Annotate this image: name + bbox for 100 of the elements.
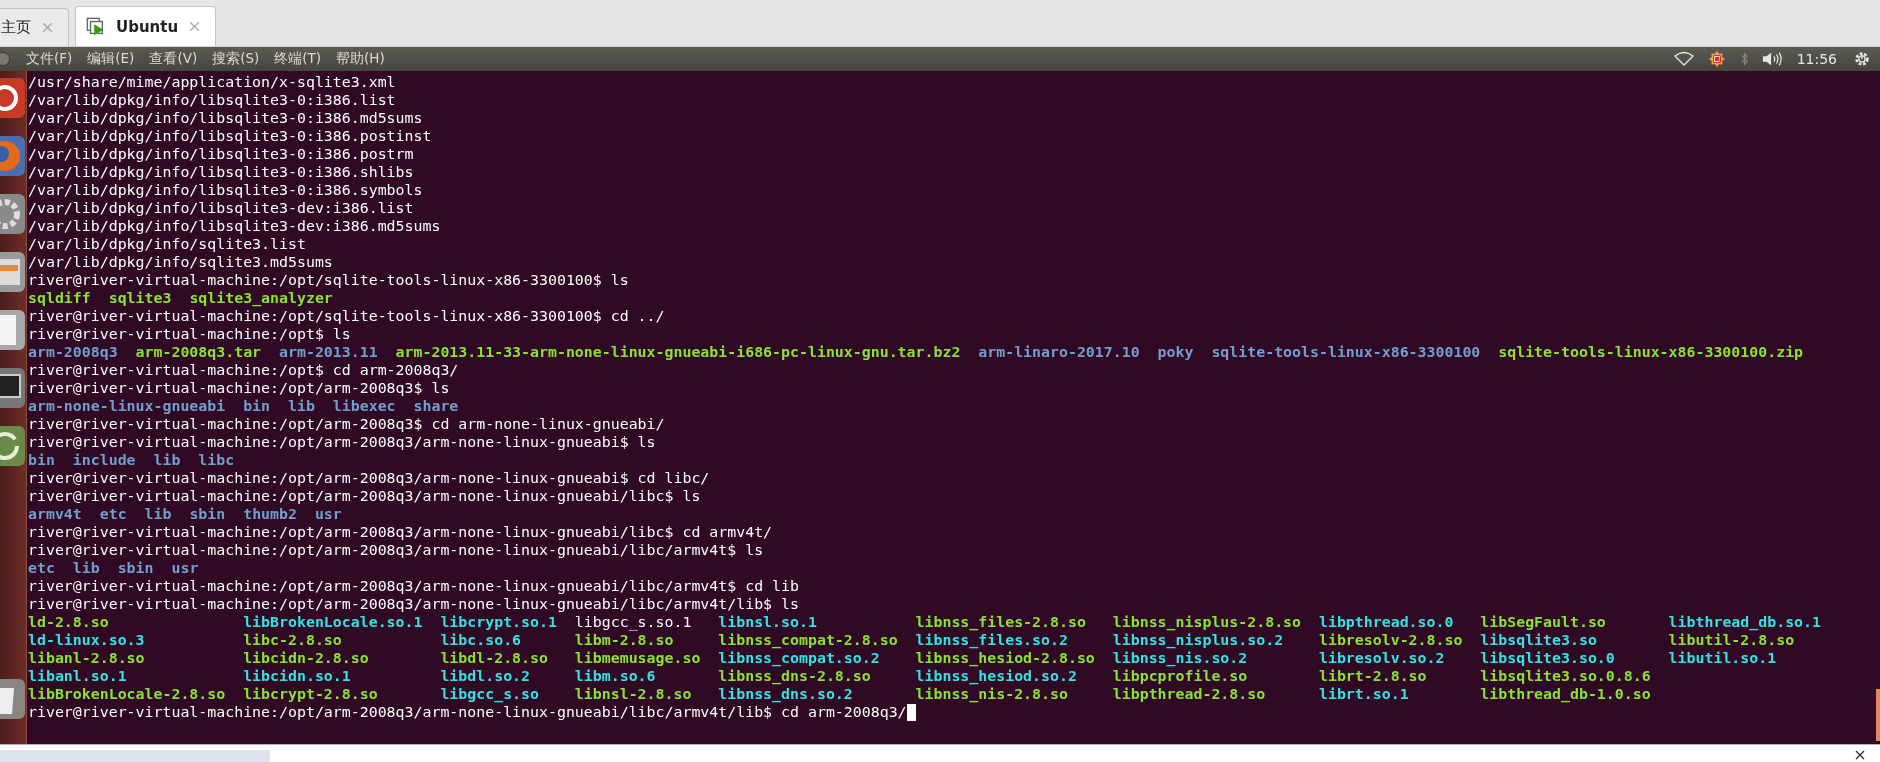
file-name: libcidn-2.8.so xyxy=(243,649,370,667)
terminal-line: /var/lib/dpkg/info/libsqlite3-0:i386.symbols xyxy=(28,181,423,199)
terminal-line: /usr/share/mime/application/x-sqlite3.xml xyxy=(28,73,396,91)
file-name: libutil-2.8.so xyxy=(1668,631,1796,649)
terminal-line: /var/lib/dpkg/info/sqlite3.list xyxy=(28,235,306,253)
file-name: libsqlite3.so.0 xyxy=(1480,649,1616,667)
file-name: ld-linux.so.3 xyxy=(28,631,146,649)
file-name: libresolv-2.8.so xyxy=(1318,631,1463,649)
file-name: libBrokenLocale.so.1 xyxy=(243,613,423,631)
terminal-line: river@river-virtual-machine:/opt/arm-2008q3/arm-none-linux-gnueabi/libc/armv4t/lib$ ls xyxy=(28,595,799,613)
file-name: arm-2013.11 xyxy=(279,343,378,361)
file-name: libBrokenLocale-2.8.so xyxy=(28,685,226,703)
file-name: arm-linaro-2017.10 xyxy=(978,343,1140,361)
file-name: librt.so.1 xyxy=(1318,685,1410,703)
file-name: libexec xyxy=(332,397,396,415)
terminal-line: /var/lib/dpkg/info/libsqlite3-0:i386.postinst xyxy=(28,127,432,145)
file-name: thumb2 xyxy=(243,505,297,523)
file-name: libanl-2.8.so xyxy=(28,649,146,667)
power-gear-icon[interactable] xyxy=(1852,51,1872,67)
file-name: libc xyxy=(198,451,235,469)
tab[interactable]: 主页 xyxy=(0,8,69,46)
file-name: sqlite-tools-linux-x86-3300100.zip xyxy=(1498,343,1804,361)
scrollbar-thumb[interactable] xyxy=(1876,689,1880,741)
file-name: arm-2013.11-33-arm-none-linux-gnueabi-i686-pc-linux-gnu.tar.bz2 xyxy=(395,343,961,361)
file-name: libnss_nisplus.so.2 xyxy=(1112,631,1285,649)
terminal-line: river@river-virtual-machine:/opt/arm-2008q3$ ls xyxy=(28,379,450,397)
terminal-line: river@river-virtual-machine:/opt/arm-2008q3/arm-none-linux-gnueabi$ cd libc/ xyxy=(28,469,710,487)
file-name: sbin xyxy=(117,559,154,577)
file-name: librt-2.8.so xyxy=(1318,667,1428,685)
file-name: libpcprofile.so xyxy=(1112,667,1249,685)
menu-item[interactable]: 终端(T) xyxy=(274,50,322,68)
file-name: libgcc_s.so xyxy=(440,685,540,703)
tab[interactable]: Ubuntu xyxy=(75,6,217,46)
file-name: libresolv.so.2 xyxy=(1318,649,1446,667)
terminal-line: river@river-virtual-machine:/opt/arm-2008q3$ cd arm-none-linux-gnueabi/ xyxy=(28,415,665,433)
wifi-icon[interactable] xyxy=(1673,51,1694,67)
file-name: libthread_db-1.0.so xyxy=(1480,685,1651,703)
clock-time[interactable]: 11:56 xyxy=(1796,51,1837,67)
menu-item[interactable]: 查看(V) xyxy=(149,50,198,68)
terminal-line: /var/lib/dpkg/info/libsqlite3-dev:i386.list xyxy=(28,199,414,217)
terminal-line: river@river-virtual-machine:/opt/arm-2008q3/arm-none-linux-gnueabi$ ls xyxy=(28,433,656,451)
terminal-line: river@river-virtual-machine:/opt/arm-2008q3/arm-none-linux-gnueabi/libc/armv4t/lib$ cd arm-2008q3/ xyxy=(28,703,907,721)
file-name: libnsl.so.1 xyxy=(718,613,818,631)
menu-item[interactable]: 文件(F) xyxy=(26,50,73,68)
file-name: arm-2008q3 xyxy=(28,343,118,361)
terminal-line: /var/lib/dpkg/info/sqlite3.md5sums xyxy=(28,253,333,271)
file-name: sqldiff xyxy=(28,289,91,307)
file-name: libnss_hesiod-2.8.so xyxy=(915,649,1095,667)
file-name: libnss_compat.so.2 xyxy=(718,649,881,667)
file-name: include xyxy=(72,451,136,469)
window-control-icon[interactable] xyxy=(0,52,10,66)
file-name: libSegFault.so xyxy=(1480,613,1607,631)
file-name: libsqlite3.so xyxy=(1480,631,1598,649)
file-name: libcrypt.so.1 xyxy=(440,613,557,631)
file-name: libnss_dns-2.8.so xyxy=(718,667,872,685)
terminal-line: river@river-virtual-machine:/opt/sqlite-tools-linux-x86-3300100$ ls xyxy=(28,271,629,289)
file-name: lib xyxy=(144,505,172,523)
terminal-line: /var/lib/dpkg/info/libsqlite3-0:i386.list xyxy=(28,91,396,109)
file-name: bin xyxy=(28,451,55,469)
file-name: etc xyxy=(28,559,55,577)
file-name: poky xyxy=(1157,343,1194,361)
file-name: sqlite3 xyxy=(108,289,172,307)
file-name: lib xyxy=(153,451,181,469)
terminal-line: /var/lib/dpkg/info/libsqlite3-0:i386.shlibs xyxy=(28,163,414,181)
menu-item[interactable]: 搜索(S) xyxy=(212,50,260,68)
file-name: libutil.so.1 xyxy=(1668,649,1778,667)
file-name: libpthread.so.0 xyxy=(1318,613,1455,631)
vm-play-icon xyxy=(86,16,106,37)
file-name: usr xyxy=(314,505,342,523)
file-name: libnss_compat-2.8.so xyxy=(718,631,898,649)
file-name: libm.so.6 xyxy=(574,667,657,685)
terminal-line: river@river-virtual-machine:/opt$ ls xyxy=(28,325,351,343)
file-name: bin xyxy=(243,397,271,415)
terminal-line: river@river-virtual-machine:/opt/arm-2008q3/arm-none-linux-gnueabi/libc$ cd armv4t/ xyxy=(28,523,773,541)
file-name: libmemusage.so xyxy=(574,649,701,667)
volume-icon[interactable] xyxy=(1761,51,1782,67)
close-icon[interactable] xyxy=(1854,749,1866,761)
file-name: libanl.so.1 xyxy=(28,667,128,685)
file-name: share xyxy=(413,397,459,415)
file-name: sqlite3_analyzer xyxy=(189,289,333,307)
menu-item[interactable]: 帮助(H) xyxy=(336,50,385,68)
bluetooth-icon[interactable] xyxy=(1739,51,1749,67)
terminal-line: river@river-virtual-machine:/opt/sqlite-tools-linux-x86-3300100$ cd ../ xyxy=(28,307,665,325)
menu-item[interactable]: 编辑(E) xyxy=(87,50,135,68)
file-name: lib xyxy=(288,397,315,415)
terminal-line: river@river-virtual-machine:/opt/arm-2008q3/arm-none-linux-gnueabi/libc/armv4t$ cd lib xyxy=(28,577,799,595)
file-name: lib xyxy=(72,559,100,577)
file-name: sqlite-tools-linux-x86-3300100 xyxy=(1211,343,1481,361)
terminal-line: /var/lib/dpkg/info/libsqlite3-dev:i386.md5sums xyxy=(28,217,441,235)
file-name: libdl.so.2 xyxy=(440,667,532,685)
file-name: libnss_dns.so.2 xyxy=(718,685,854,703)
file-name: libgcc_s.so.1 xyxy=(574,613,693,631)
file-name: libthread_db.so.1 xyxy=(1668,613,1821,631)
file-name: arm-none-linux-gnueabi xyxy=(28,397,226,415)
file-name: libcidn.so.1 xyxy=(243,667,352,685)
terminal-line: /var/lib/dpkg/info/libsqlite3-0:i386.postrm xyxy=(28,145,414,163)
terminal-line: /var/lib/dpkg/info/libsqlite3-0:i386.md5sums xyxy=(28,109,423,127)
file-name: libsqlite3.so.0.8.6 xyxy=(1480,667,1651,685)
file-name: libnss_files.so.2 xyxy=(915,631,1069,649)
file-name: libnss_nis.so.2 xyxy=(1112,649,1249,667)
